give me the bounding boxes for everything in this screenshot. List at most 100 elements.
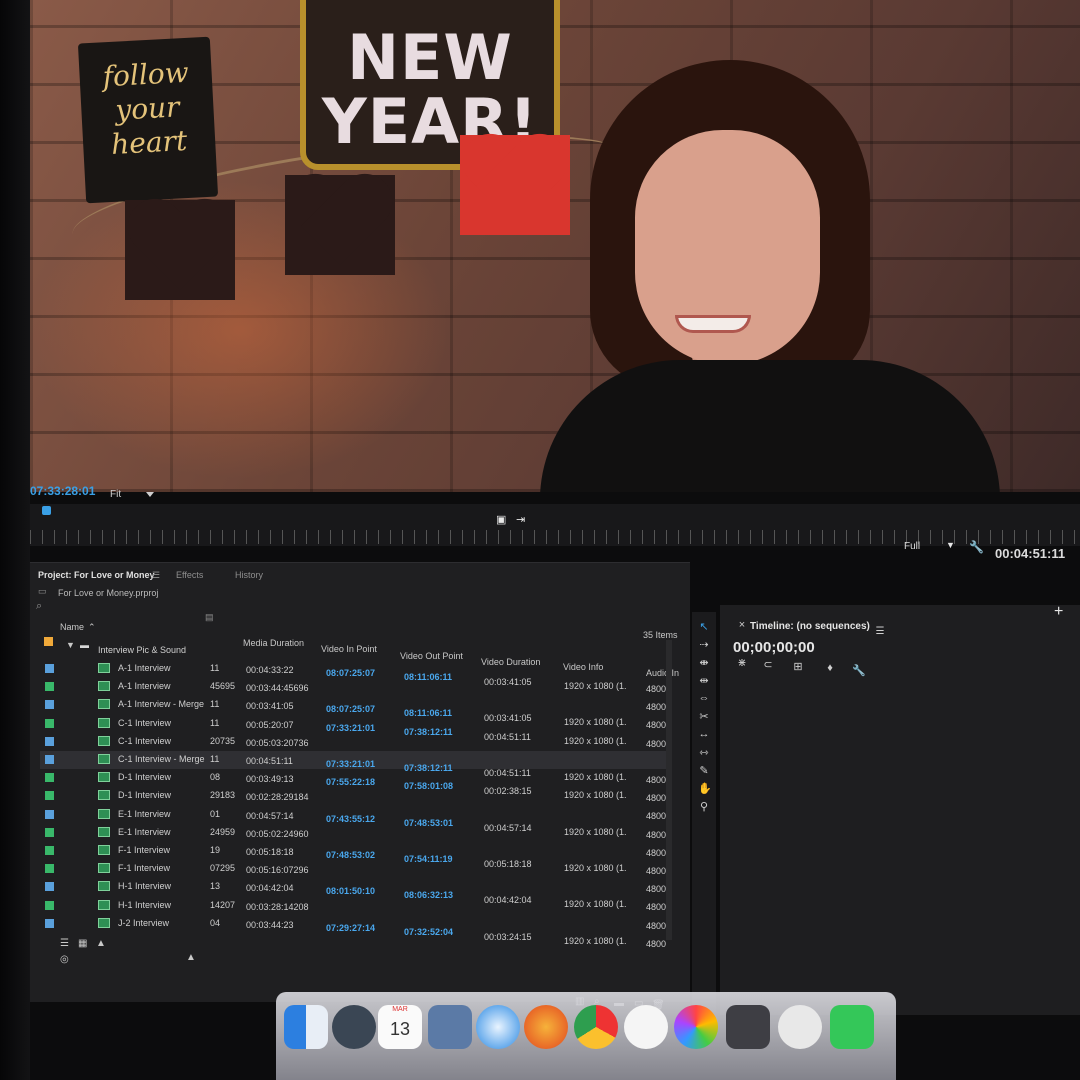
pen-tool-icon[interactable]: ✎ [698,764,710,777]
finder-icon[interactable] [284,1005,328,1049]
calendar-icon[interactable]: MAR 13 [378,1005,422,1049]
disclosure-triangle-icon[interactable]: ▼ [66,640,75,650]
zoom-slider-icon[interactable]: ▲ [186,952,196,963]
table-row[interactable]: F-1 Interview 07295 00:05:16:07296 4800 [40,860,670,894]
column-video-in[interactable]: Video In Point [321,644,377,654]
table-row[interactable]: E-1 Interview 24959 00:05:02:24960 4800 [40,824,670,858]
search-icon[interactable]: ⌕ [36,600,42,613]
black-heart-decoration [125,200,235,300]
table-row[interactable]: F-1 Interview 19 00:05:18:18 07:48:53:02 07:… [40,842,670,876]
messages-icon[interactable] [830,1005,874,1049]
black-heart-decoration [285,175,395,275]
timecode-frames: 20735 [210,735,236,746]
clip-icon [98,772,110,783]
timeline-timecode[interactable]: 00;00;00;00 [733,639,815,656]
hand-tool-icon[interactable]: ✋ [698,782,712,795]
video-out-point: 07:32:52:04 [404,926,454,937]
sort-icon[interactable]: ▲ [96,938,106,949]
preview-icon[interactable] [428,1005,472,1049]
slip-tool-icon[interactable]: ↔ [698,728,710,740]
safari-icon[interactable] [476,1005,520,1049]
firefox-icon[interactable] [524,1005,568,1049]
video-in-point: 07:33:21:01 [326,722,376,733]
drag-icon[interactable]: ⇥ [516,513,525,526]
zoom-select[interactable]: Fit [110,489,121,500]
label-color-chip [45,700,54,710]
label-color-chip [45,773,54,783]
final-cut-icon[interactable] [726,1005,770,1049]
table-row[interactable]: H-1 Interview 13 00:04:42:04 08:01:50:10 08:… [40,878,670,912]
automate-icon[interactable]: ◎ [60,954,69,965]
tab-history[interactable]: History [235,570,263,580]
table-row[interactable]: H-1 Interview 14207 00:03:28:14208 4800 [40,897,670,931]
slide-tool-icon[interactable]: ⇿ [698,746,710,759]
project-scrollbar[interactable] [666,640,672,940]
panel-menu-icon[interactable]: ☰ [874,626,886,637]
rate-stretch-icon[interactable]: ⇔ [698,692,710,704]
column-name[interactable]: Name [60,622,84,632]
tab-effects[interactable]: Effects [176,570,203,580]
chevron-down-icon[interactable] [146,492,154,497]
table-row[interactable]: A-1 Interview - Merge 11 00:03:41:05 08:07:… [40,696,670,730]
resolution-select[interactable]: Full [904,541,920,552]
table-row[interactable]: J-2 Interview 04 00:03:44:23 07:29:27:14 07:… [40,915,670,949]
table-row[interactable]: A-1 Interview 45695 00:03:44:45696 4800 [40,678,670,712]
clip-name: D-1 Interview [118,772,172,783]
track-select-icon[interactable]: ⇢ [698,638,710,651]
table-row[interactable]: C-1 Interview 11 00:05:20:07 07:33:21:01 07:… [40,715,670,749]
clip-icon [98,826,110,837]
column-media-duration[interactable]: Media Duration [243,638,304,648]
icon-view-icon[interactable]: ▦ [78,938,87,949]
table-row[interactable]: D-1 Interview 08 00:03:49:13 07:55:22:18 07:… [40,769,670,803]
add-panel-icon[interactable]: + [1054,603,1063,621]
selection-tool-icon[interactable]: ↖ [698,620,710,633]
add-marker-icon[interactable]: ⊞ [792,660,804,673]
ripple-edit-icon[interactable]: ⇼ [698,656,710,669]
table-row[interactable]: C-1 Interview2073500:05:03:207361920 x 1… [40,733,670,767]
media-duration: 00:03:49:13 [246,774,294,785]
wrench-icon[interactable]: 🔧 [852,664,866,677]
media-duration: 00:03:44:45696 [246,683,309,694]
audio-in: 4800 [646,938,667,949]
settings-icon[interactable] [778,1005,822,1049]
launchpad-icon[interactable] [332,1005,376,1049]
rolling-edit-icon[interactable]: ⇹ [698,674,710,687]
timecode-frames: 11 [210,717,220,728]
timecode-frames: 11 [210,699,220,710]
snap-icon[interactable]: ⋇ [736,656,748,669]
folder-icon[interactable]: ▤ [205,612,214,623]
timeline-title[interactable]: Timeline: (no sequences) [750,621,870,632]
table-row[interactable]: C-1 Interview - Merge 11 00:04:51:11 07:33:… [40,751,670,785]
table-row[interactable]: D-1 Interview 29183 00:02:28:29184 4800 [40,787,670,821]
zoom-tool-icon[interactable]: ⚲ [698,800,710,813]
clip-name: J-2 Interview [118,917,170,928]
clip-name: C-1 Interview [118,735,172,746]
label-color-chip [45,718,54,728]
new-bin-icon[interactable]: ▭ [38,586,47,597]
panel-menu-icon[interactable]: ☰ [152,570,160,581]
razor-tool-icon[interactable]: ✂ [698,710,710,723]
chrome-icon[interactable] [574,1005,618,1049]
playhead-timecode[interactable]: 07:33:28:01 [30,484,95,498]
marker-icon[interactable]: ♦ [824,662,836,674]
table-row[interactable]: E-1 Interview 01 00:04:57:14 07:43:55:12 07:… [40,806,670,840]
label-color-chip [45,882,54,892]
photos-icon[interactable] [674,1005,718,1049]
bin-name[interactable]: Interview Pic & Sound [98,645,186,655]
wrench-icon[interactable]: 🔧 [969,540,984,554]
tab-project[interactable]: Project: For Love or Money [38,570,155,580]
chevron-down-icon[interactable]: ▼ [946,540,955,550]
clip-name: A-1 Interview [118,663,171,673]
film-icon[interactable]: ▣ [496,513,506,526]
itunes-icon[interactable] [624,1005,668,1049]
close-icon[interactable]: × [736,619,748,631]
linked-selection-icon[interactable]: ⊂ [762,658,774,671]
video-in-point: 07:55:22:18 [326,777,376,788]
label-color-chip [45,864,54,874]
playhead-handle[interactable] [42,506,51,515]
table-row[interactable]: A-1 Interview 11 00:04:33:22 08:07:25:07 08:… [40,660,670,694]
list-view-icon[interactable]: ☰ [60,938,69,949]
sort-ascending-icon[interactable]: ⌃ [88,622,96,633]
label-color-chip[interactable] [44,637,53,646]
media-duration: 00:04:57:14 [246,810,294,821]
